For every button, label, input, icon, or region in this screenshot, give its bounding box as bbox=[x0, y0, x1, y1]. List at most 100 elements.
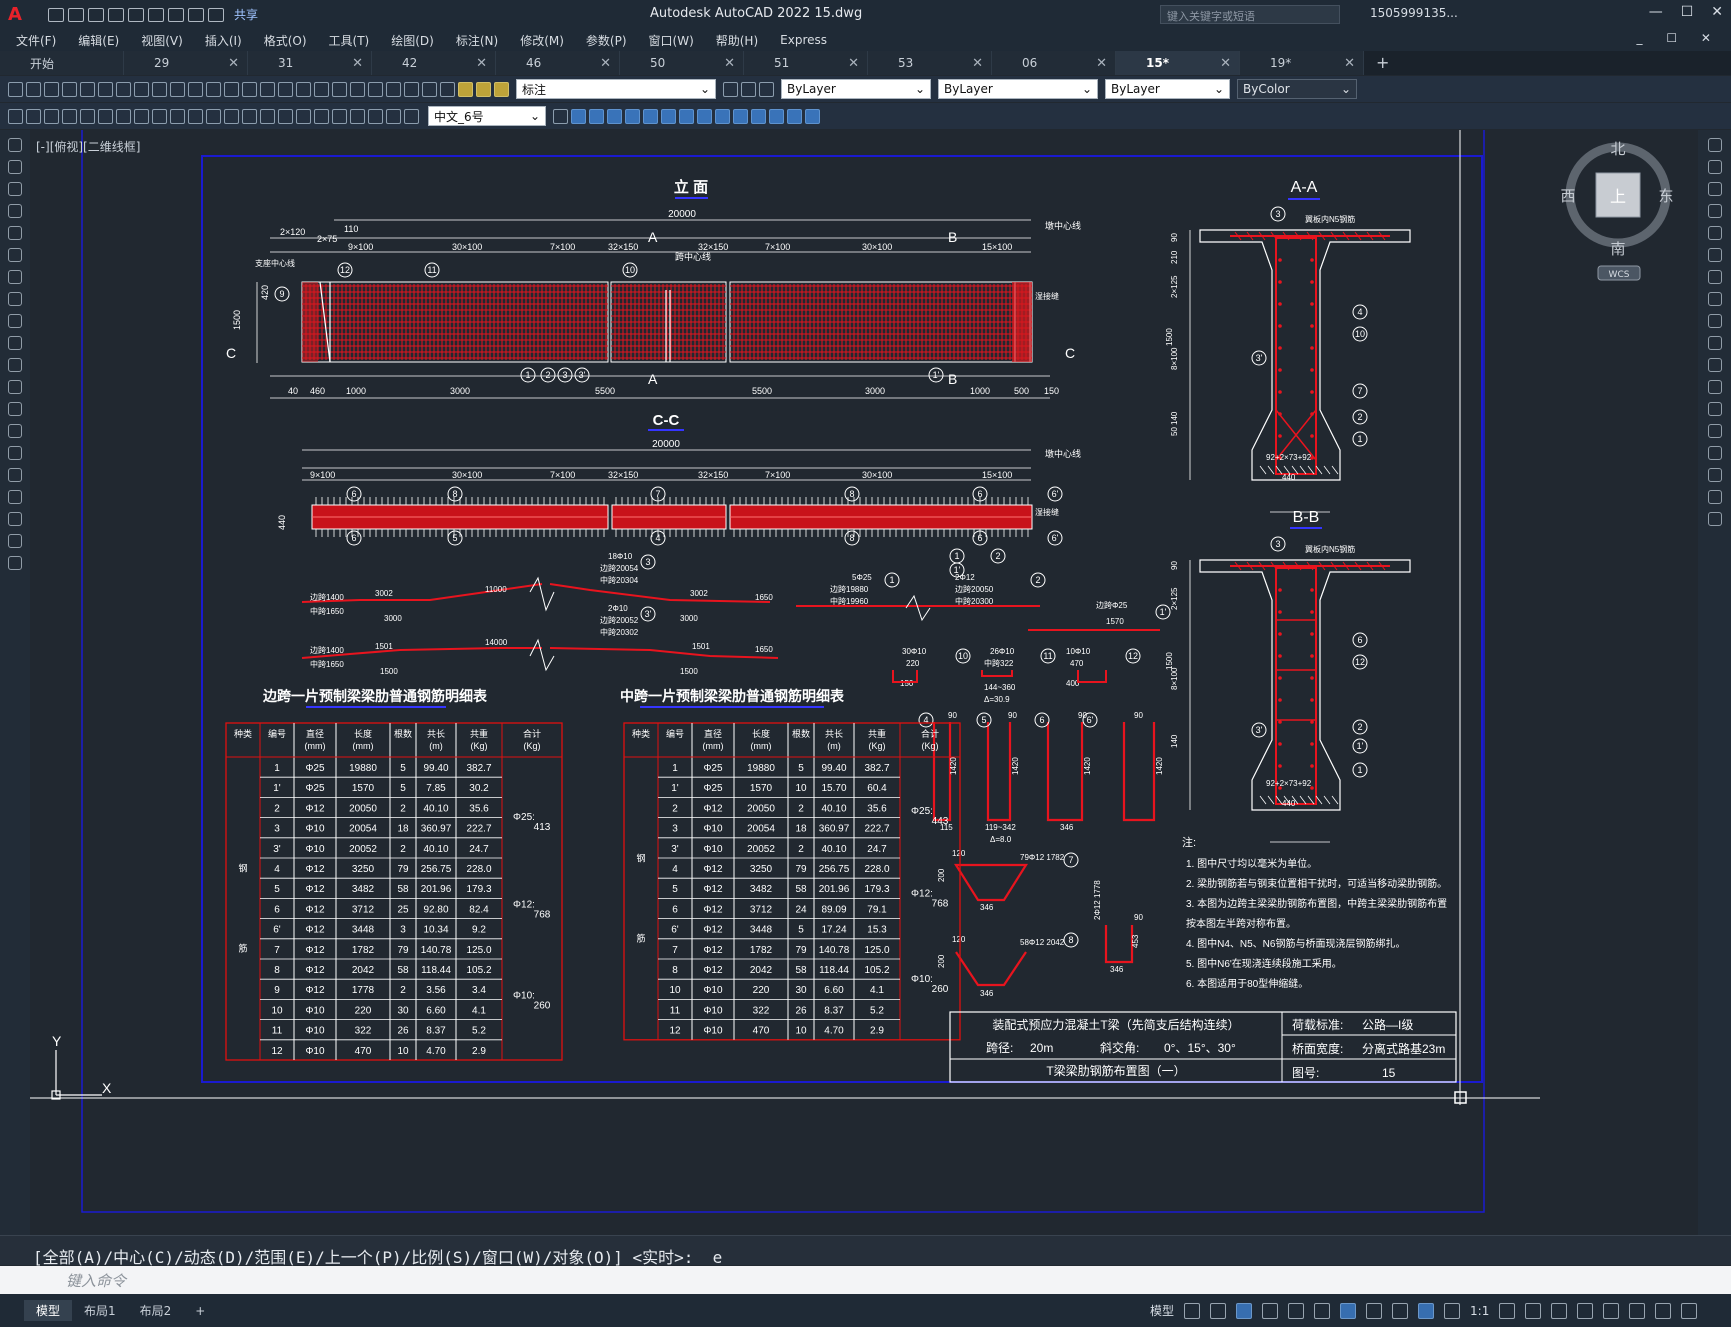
linetype-combo[interactable]: ByLayer ⌄ bbox=[938, 79, 1098, 99]
break-icon[interactable] bbox=[1708, 402, 1722, 416]
sheet-set-icon[interactable] bbox=[386, 81, 401, 97]
matchprop-icon[interactable] bbox=[188, 81, 203, 97]
ellipse-icon[interactable] bbox=[8, 336, 22, 350]
menu-item-10[interactable]: 窗口(W) bbox=[649, 32, 694, 49]
publish-icon[interactable] bbox=[98, 81, 113, 97]
blend-icon[interactable] bbox=[1708, 490, 1722, 504]
polyline-icon[interactable] bbox=[8, 182, 22, 196]
break-point-icon[interactable] bbox=[1708, 380, 1722, 394]
tab-6[interactable]: 51 ✕ bbox=[744, 51, 868, 75]
rectangle-icon[interactable] bbox=[8, 226, 22, 240]
document-controls[interactable]: _ ☐ ✕ bbox=[1637, 31, 1721, 45]
hatch-icon[interactable] bbox=[8, 446, 22, 460]
revcloud-icon[interactable] bbox=[8, 292, 22, 306]
color-combo[interactable]: ByLayer ⌄ bbox=[781, 79, 931, 99]
dim-space-icon[interactable] bbox=[260, 108, 275, 124]
tab-9[interactable]: 15* ✕ bbox=[1116, 51, 1240, 75]
arc-icon[interactable] bbox=[8, 248, 22, 262]
tab-4[interactable]: 46 ✕ bbox=[496, 51, 620, 75]
dim-arc-icon[interactable] bbox=[98, 108, 113, 124]
close-tab-icon[interactable]: ✕ bbox=[1344, 56, 1355, 71]
open-web-icon[interactable] bbox=[128, 7, 144, 22]
copy-icon[interactable] bbox=[152, 81, 167, 97]
gradient-icon[interactable] bbox=[8, 468, 22, 482]
camera-icon[interactable] bbox=[805, 108, 820, 124]
dim-linear-icon[interactable] bbox=[62, 108, 77, 124]
view-back-icon[interactable] bbox=[643, 108, 658, 124]
insert-block-icon[interactable] bbox=[8, 380, 22, 394]
workspace-gear-icon[interactable] bbox=[1499, 1302, 1516, 1319]
save-icon[interactable] bbox=[88, 7, 104, 22]
osnap-tracking-icon[interactable] bbox=[1314, 1302, 1331, 1319]
dim-edit-icon[interactable] bbox=[368, 108, 383, 124]
layer-previous-icon[interactable] bbox=[741, 81, 756, 97]
dim-update-icon[interactable] bbox=[404, 108, 419, 124]
xline-icon[interactable] bbox=[8, 160, 22, 174]
tab-1[interactable]: 29 ✕ bbox=[124, 51, 248, 75]
tab-5[interactable]: 50 ✕ bbox=[620, 51, 744, 75]
menu-item-0[interactable]: 文件(F) bbox=[16, 32, 56, 49]
svg-text:西[interactable]: 西 bbox=[1560, 187, 1575, 205]
trim-icon[interactable] bbox=[1708, 336, 1722, 350]
maximize-button[interactable]: ☐ bbox=[1681, 4, 1694, 20]
view-bottom-icon[interactable] bbox=[679, 108, 694, 124]
menu-item-8[interactable]: 修改(M) bbox=[520, 32, 564, 49]
annotation-visibility-icon[interactable] bbox=[1418, 1302, 1435, 1319]
dim-aligned-icon[interactable] bbox=[80, 108, 95, 124]
circle-icon[interactable] bbox=[8, 270, 22, 284]
close-tab-icon[interactable]: ✕ bbox=[1096, 56, 1107, 71]
annotation-scale[interactable]: 1:1 bbox=[1470, 1304, 1489, 1318]
new-icon[interactable] bbox=[48, 7, 64, 22]
design-center-icon[interactable] bbox=[350, 81, 365, 97]
redo-icon[interactable] bbox=[208, 7, 224, 22]
tolerance-icon[interactable] bbox=[296, 108, 311, 124]
isolate-icon[interactable] bbox=[1603, 1302, 1620, 1319]
snap-icon[interactable] bbox=[1210, 1302, 1227, 1319]
minimize-button[interactable]: — bbox=[1649, 4, 1663, 20]
close-button[interactable]: ✕ bbox=[1711, 4, 1723, 20]
menu-item-2[interactable]: 视图(V) bbox=[141, 32, 183, 49]
undo-icon[interactable] bbox=[188, 7, 204, 22]
menu-item-7[interactable]: 标注(N) bbox=[456, 32, 498, 49]
hardware-accel-icon[interactable] bbox=[1629, 1302, 1646, 1319]
zoom-window-icon[interactable] bbox=[296, 81, 311, 97]
layer-combo[interactable]: 标注 ⌄ bbox=[516, 79, 716, 99]
tab-0[interactable]: 开始 bbox=[0, 51, 124, 75]
fillet-icon[interactable] bbox=[1708, 468, 1722, 482]
dim-continue-icon[interactable] bbox=[242, 108, 257, 124]
polar-icon[interactable] bbox=[1262, 1302, 1279, 1319]
view-iso-icon[interactable] bbox=[625, 108, 640, 124]
view-nw-icon[interactable] bbox=[715, 108, 730, 124]
draworder-icon[interactable] bbox=[8, 108, 23, 124]
plot-icon[interactable] bbox=[168, 7, 184, 22]
jogged-linear-icon[interactable] bbox=[350, 108, 365, 124]
dim-jogged-icon[interactable] bbox=[152, 108, 167, 124]
grid-icon[interactable] bbox=[1184, 1302, 1201, 1319]
new-tab-button[interactable]: + bbox=[1376, 53, 1389, 75]
svg-text:东[interactable]: 东 bbox=[1658, 187, 1673, 205]
plus-icon[interactable] bbox=[1525, 1302, 1542, 1319]
close-tab-icon[interactable]: ✕ bbox=[972, 56, 983, 71]
copy-object-icon[interactable] bbox=[1708, 160, 1722, 174]
drawing-canvas[interactable]: 立 面 20000 2×120 2×75 110 9×100 30×100 7×… bbox=[30, 130, 1698, 1235]
close-tab-icon[interactable]: ✕ bbox=[228, 56, 239, 71]
rotate-icon[interactable] bbox=[1708, 270, 1722, 284]
ortho-icon[interactable] bbox=[1236, 1302, 1253, 1319]
ungroup-icon[interactable] bbox=[44, 108, 59, 124]
text-style-combo[interactable]: 中文_6号 ⌄ bbox=[428, 106, 546, 126]
redo-icon[interactable] bbox=[242, 81, 257, 97]
tab-2[interactable]: 31 ✕ bbox=[248, 51, 372, 75]
save-icon[interactable] bbox=[44, 81, 59, 97]
make-current-layer-icon[interactable] bbox=[723, 81, 738, 97]
svg-text:南[interactable]: 南 bbox=[1610, 240, 1625, 258]
erase-icon[interactable] bbox=[1708, 138, 1722, 152]
osnap-icon[interactable] bbox=[1340, 1302, 1357, 1319]
close-tab-icon[interactable]: ✕ bbox=[352, 56, 363, 71]
layout-tab-1[interactable]: 布局1 bbox=[72, 1300, 128, 1321]
view-left-icon[interactable] bbox=[607, 108, 622, 124]
dim-style-icon[interactable] bbox=[553, 108, 568, 124]
menu-item-12[interactable]: Express bbox=[780, 33, 827, 47]
dim-text-edit-icon[interactable] bbox=[386, 108, 401, 124]
layer-lock-icon[interactable] bbox=[494, 81, 509, 97]
saveas-icon[interactable] bbox=[108, 7, 124, 22]
